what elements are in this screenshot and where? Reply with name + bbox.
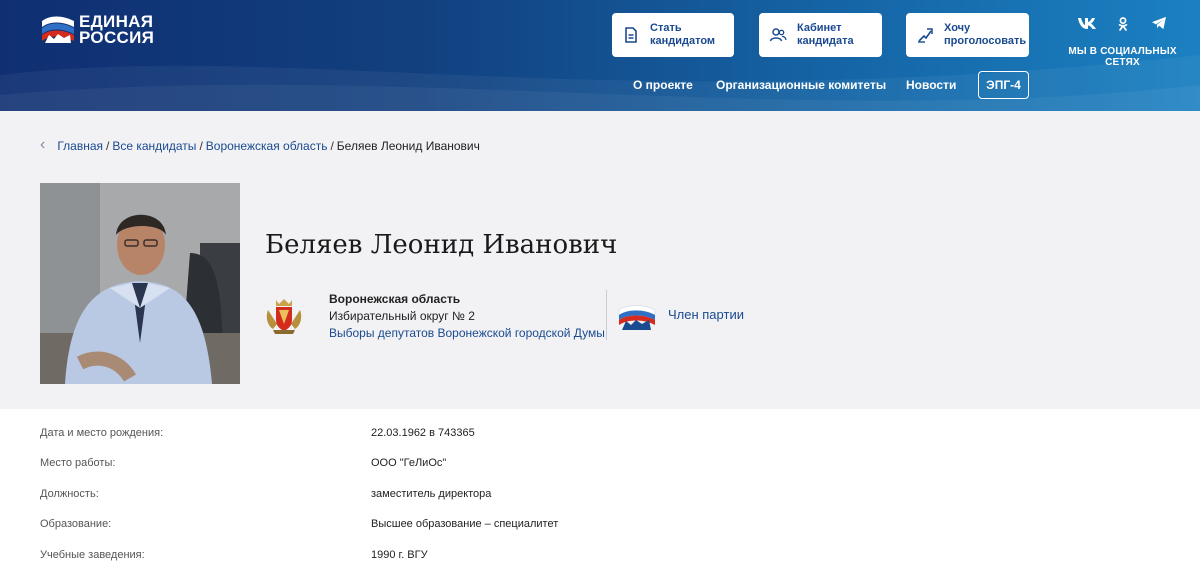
breadcrumb-current: Беляев Леонид Иванович — [336, 139, 480, 153]
breadcrumb-all-candidates-link[interactable]: Все кандидаты — [112, 139, 196, 153]
candidate-cabinet-button[interactable]: Кабинет кандидата — [759, 13, 882, 57]
party-status: Член партии — [668, 307, 744, 322]
epg-button[interactable]: ЭПГ-4 — [978, 71, 1029, 99]
telegram-icon[interactable] — [1149, 16, 1169, 36]
info-label: Дата и место рождения: — [40, 427, 164, 439]
logo-line-2: РОССИЯ — [79, 28, 155, 47]
region-block: Воронежская область Избирательный округ … — [329, 291, 605, 342]
become-candidate-label: Стать кандидатом — [650, 22, 716, 47]
social-networks-label: МЫ В СОЦИАЛЬНЫХ СЕТЯХ — [1068, 46, 1177, 68]
logo-text: ЕДИНАЯ РОССИЯ — [79, 13, 155, 47]
want-to-vote-label: Хочу проголосовать — [944, 22, 1027, 47]
candidate-info-table: Дата и место рождения: 22.03.1962 в 7433… — [0, 409, 1200, 571]
chevron-left-icon[interactable]: ‹ — [40, 136, 45, 154]
site-header: ЕДИНАЯ РОССИЯ Стать кандидатом Кабинет к… — [0, 0, 1200, 111]
become-candidate-button[interactable]: Стать кандидатом — [612, 13, 734, 57]
info-label: Учебные заведения: — [40, 549, 145, 561]
voronezh-coat-of-arms-icon — [266, 299, 302, 334]
breadcrumb-separator: / — [106, 139, 110, 153]
candidate-cabinet-label: Кабинет кандидата — [797, 22, 854, 47]
bear-flag-logo-icon — [42, 16, 74, 43]
party-logo[interactable]: ЕДИНАЯ РОССИЯ — [40, 13, 154, 47]
election-link[interactable]: Выборы депутатов Воронежской городской Д… — [329, 325, 605, 342]
info-label: Образование: — [40, 518, 112, 530]
info-value: 1990 г. ВГУ — [371, 549, 428, 561]
breadcrumb: ‹ Главная / Все кандидаты / Воронежская … — [40, 136, 480, 154]
nav-news[interactable]: Новости — [906, 78, 956, 92]
info-label: Должность: — [40, 488, 99, 500]
electoral-district: Избирательный округ № 2 — [329, 309, 475, 323]
breadcrumb-separator: / — [199, 139, 203, 153]
document-icon — [625, 27, 637, 43]
region-name: Воронежская область — [329, 292, 461, 306]
candidate-name: Беляев Леонид Иванович — [265, 230, 618, 260]
breadcrumb-separator: / — [330, 139, 334, 153]
info-value: Высшее образование – специалитет — [371, 518, 559, 530]
social-networks: МЫ В СОЦИАЛЬНЫХ СЕТЯХ — [1050, 16, 1195, 68]
want-to-vote-button[interactable]: Хочу проголосовать — [906, 13, 1029, 57]
candidate-photo — [40, 183, 240, 384]
breadcrumb-home-link[interactable]: Главная — [57, 139, 103, 153]
party-bear-flag-icon — [618, 305, 656, 330]
users-icon — [769, 28, 787, 42]
odnoklassniki-icon[interactable] — [1113, 16, 1133, 36]
nav-about-project[interactable]: О проекте — [633, 78, 693, 92]
vote-hand-icon — [918, 28, 933, 43]
info-value: ООО "ГеЛиОс" — [371, 457, 447, 469]
nav-org-committees[interactable]: Организационные комитеты — [716, 78, 886, 92]
info-label: Место работы: — [40, 457, 116, 469]
breadcrumb-region-link[interactable]: Воронежская область — [206, 139, 328, 153]
vk-icon[interactable] — [1077, 16, 1097, 36]
info-value: заместитель директора — [371, 488, 492, 500]
info-value: 22.03.1962 в 743365 — [371, 427, 475, 439]
divider — [606, 290, 607, 340]
